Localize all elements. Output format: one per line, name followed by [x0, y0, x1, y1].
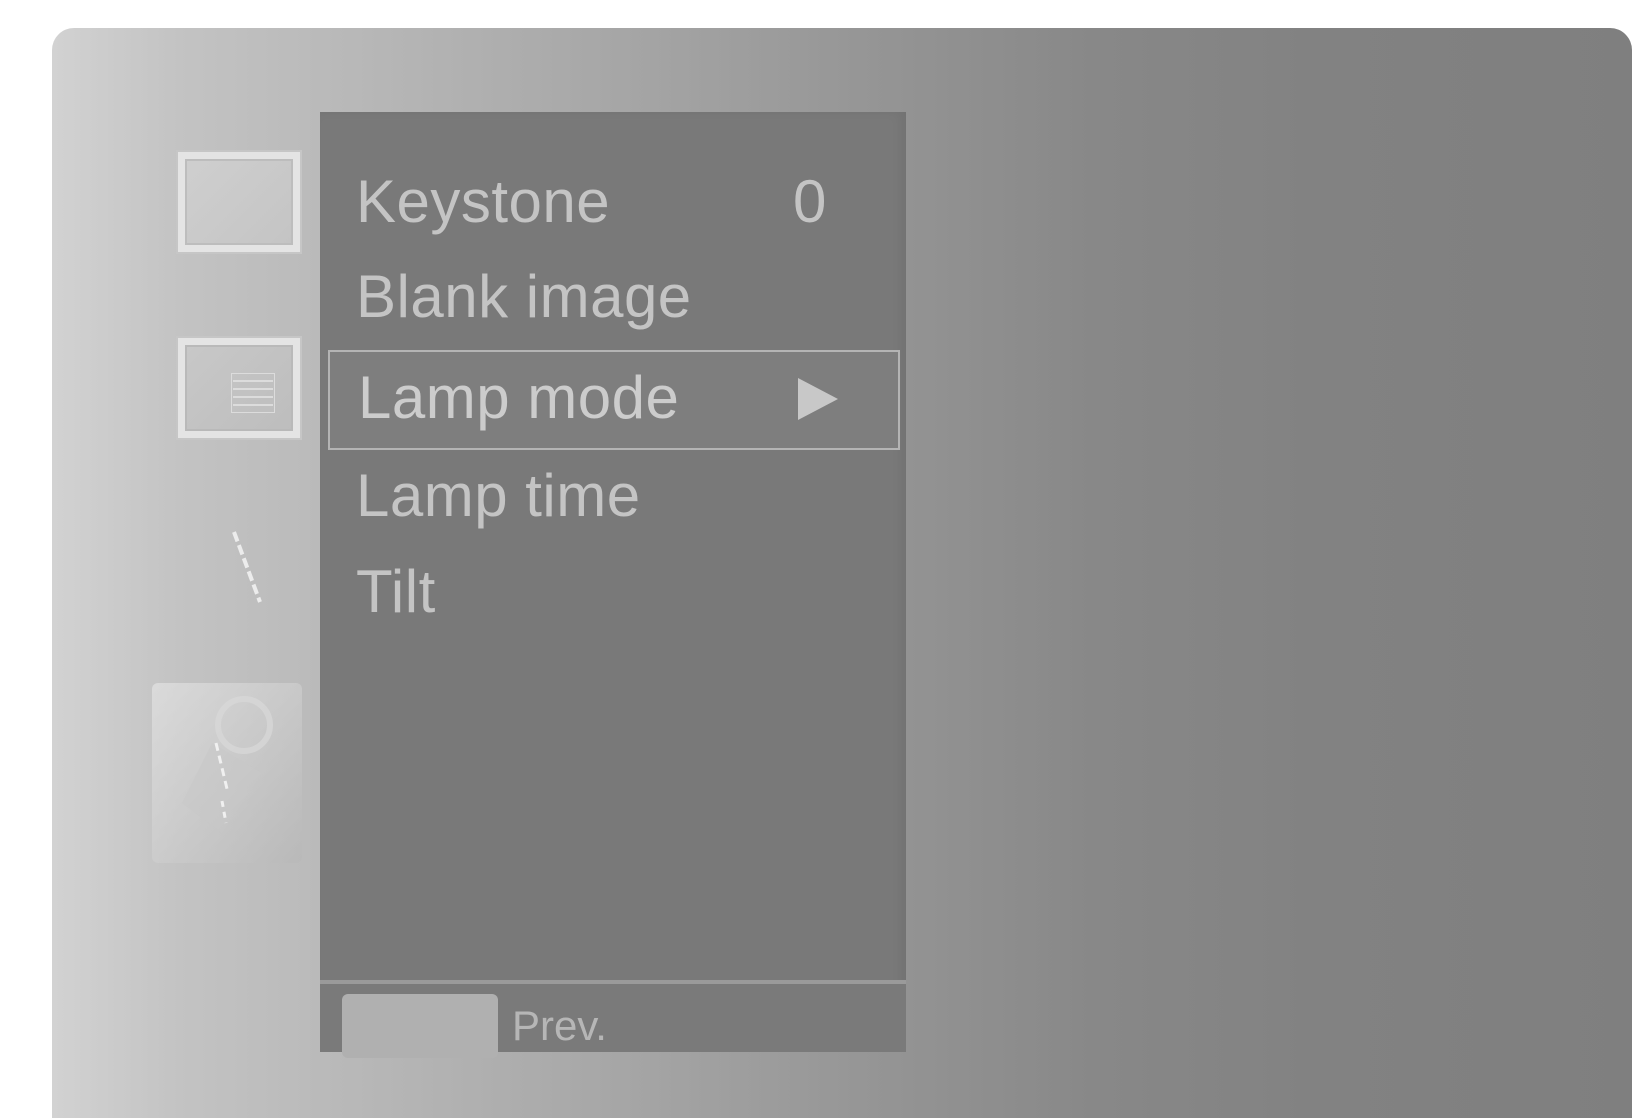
menu-item-blank-image[interactable]: Blank image	[320, 249, 906, 345]
menu-item-label: Lamp time	[356, 462, 641, 529]
projector-osd-screen: Keystone 0 Blank image Lamp mode Lamp ti…	[52, 28, 1632, 1118]
prev-key-button[interactable]	[342, 994, 498, 1058]
prev-label: Prev.	[512, 1002, 607, 1049]
keystone-value: 0	[793, 168, 827, 235]
menu-item-label: Blank image	[356, 263, 692, 330]
play-arrow-icon	[798, 378, 838, 420]
lamp-icon[interactable]	[152, 683, 302, 863]
tools-icon[interactable]	[230, 528, 270, 608]
settings-menu-panel: Keystone 0 Blank image Lamp mode Lamp ti…	[320, 112, 906, 1058]
menu-item-label: Lamp mode	[358, 364, 680, 431]
menu-item-lamp-mode[interactable]: Lamp mode	[328, 350, 900, 450]
menu-footer: Prev.	[320, 980, 906, 1058]
menu-item-label: Tilt	[356, 558, 436, 625]
screen-icon[interactable]	[178, 152, 300, 252]
category-icon-rail	[52, 28, 322, 1118]
menu-item-keystone[interactable]: Keystone 0	[320, 154, 906, 250]
menu-list-icon[interactable]	[178, 338, 300, 438]
menu-item-tilt[interactable]: Tilt	[320, 544, 906, 640]
menu-item-lamp-time[interactable]: Lamp time	[320, 448, 906, 544]
menu-item-label: Keystone	[356, 168, 611, 235]
